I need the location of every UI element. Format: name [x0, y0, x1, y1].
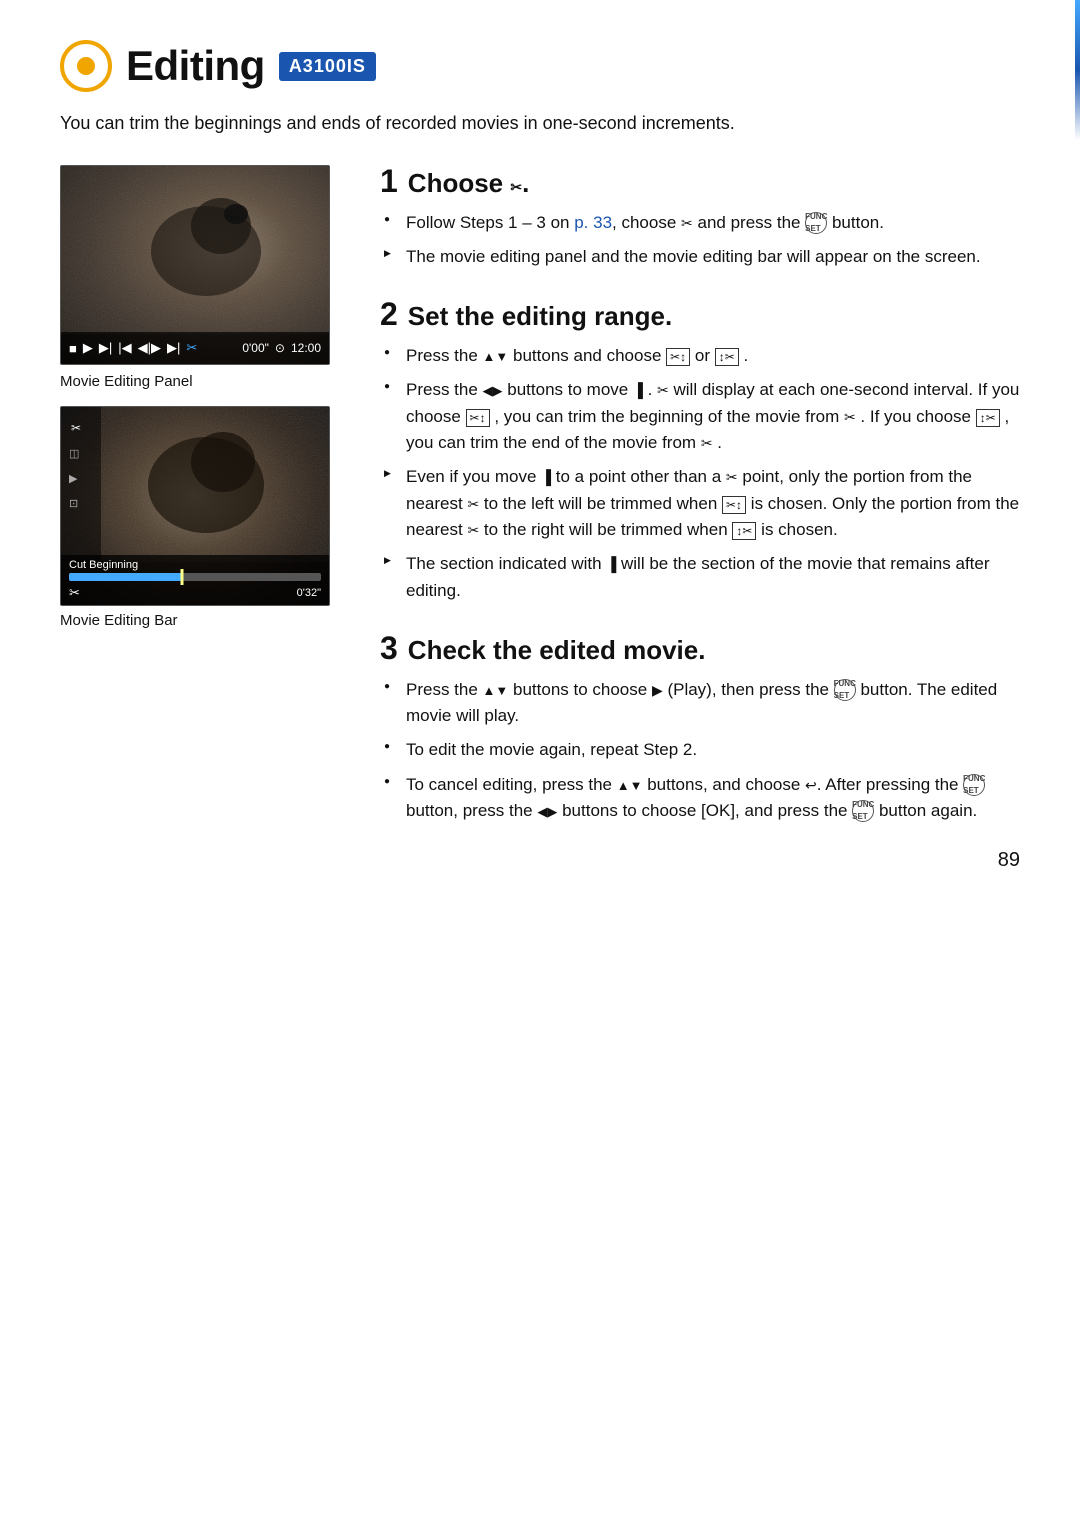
movie-editing-panel-image: ■ ▶ ▶| |◀ ◀|▶ ▶| ✂ 0'00" ⊙ 12:00 [60, 165, 330, 365]
step-2-header: 2 Set the editing range. [380, 298, 1020, 331]
play-icon: ▶ [83, 340, 93, 356]
func-set-icon-2: FUNCSET [834, 679, 856, 701]
next-icon: ▶| [167, 340, 180, 356]
step-1-bullet-1: Follow Steps 1 – 3 on p. 33, choose ✂ an… [380, 210, 1020, 236]
bottom-image-bar: Cut Beginning ✂ 0'32" [61, 555, 329, 605]
time-display: 0'00" ⊙ 12:00 [242, 341, 321, 355]
cut-time: 0'32" [297, 587, 321, 599]
top-image-controls-bar: ■ ▶ ▶| |◀ ◀|▶ ▶| ✂ 0'00" ⊙ 12:00 [61, 332, 329, 364]
section-icon [60, 40, 112, 92]
step-1-title: Choose ✂. [408, 169, 530, 198]
stop-icon: ■ [69, 341, 77, 356]
page-number: 89 [998, 849, 1020, 872]
step-2-title: Set the editing range. [408, 302, 672, 331]
step-3: 3 Check the edited movie. Press the ▲▼ b… [380, 632, 1020, 824]
step-2-number: 2 [380, 298, 398, 330]
step-2-bullet-3: Even if you move ▐ to a point other than… [380, 464, 1020, 543]
step-2-bullets: Press the ▲▼ buttons and choose ✂↕ or ↕✂… [380, 343, 1020, 604]
step-3-title: Check the edited movie. [408, 636, 706, 665]
content-columns: ■ ▶ ▶| |◀ ◀|▶ ▶| ✂ 0'00" ⊙ 12:00 Movie E… [60, 165, 1020, 852]
caption-editing-panel: Movie Editing Panel [60, 373, 350, 390]
cut-beginning-label: Cut Beginning [69, 559, 321, 571]
step-1-header: 1 Choose ✂. [380, 165, 1020, 198]
page-link[interactable]: p. 33 [574, 213, 612, 232]
step-1-number: 1 [380, 165, 398, 197]
step-3-bullet-1: Press the ▲▼ buttons to choose ▶ (Play),… [380, 677, 1020, 730]
scissors-panel-icon: ✂ [186, 340, 197, 356]
step-2: 2 Set the editing range. Press the ▲▼ bu… [380, 298, 1020, 604]
page-container: Editing A3100IS You can trim the beginni… [0, 0, 1080, 912]
step-2-bullet-1: Press the ▲▼ buttons and choose ✂↕ or ↕✂… [380, 343, 1020, 369]
step-1: 1 Choose ✂. Follow Steps 1 – 3 on p. 33,… [380, 165, 1020, 270]
timeline-marker [181, 569, 184, 585]
timeline-icons-row: ✂ 0'32" [69, 585, 321, 601]
model-badge: A3100IS [279, 52, 376, 81]
step-3-bullets: Press the ▲▼ buttons to choose ▶ (Play),… [380, 677, 1020, 825]
step-2-bullet-2: Press the ◀▶ buttons to move ▐ . ✂ will … [380, 377, 1020, 456]
scissors-bar-icon: ✂ [69, 585, 80, 601]
func-set-icon-3: FUNCSET [963, 774, 985, 796]
step-2-bullet-4: The section indicated with ▐ will be the… [380, 551, 1020, 604]
left-column: ■ ▶ ▶| |◀ ◀|▶ ▶| ✂ 0'00" ⊙ 12:00 Movie E… [60, 165, 350, 852]
page-header: Editing A3100IS [60, 40, 1020, 92]
timeline-fill [69, 573, 182, 581]
step-3-bullet-2: To edit the movie again, repeat Step 2. [380, 737, 1020, 763]
right-column: 1 Choose ✂. Follow Steps 1 – 3 on p. 33,… [380, 165, 1020, 852]
movie-editing-bar-image: ✂ ◫ ▶ ⊡ Cut Beginning [60, 406, 330, 606]
play-slow-icon: ▶| [99, 340, 112, 356]
intro-paragraph: You can trim the beginnings and ends of … [60, 110, 1020, 137]
caption-editing-bar: Movie Editing Bar [60, 612, 350, 629]
adjust-icon: ◀|▶ [138, 340, 161, 356]
time-end: 12:00 [291, 341, 321, 355]
func-set-icon-1: FUNCSET [805, 212, 827, 234]
func-set-icon-4: FUNCSET [852, 800, 874, 822]
step-1-bullets: Follow Steps 1 – 3 on p. 33, choose ✂ an… [380, 210, 1020, 271]
time-start: 0'00" [242, 341, 269, 355]
timeline-bar [69, 573, 321, 581]
prev-icon: |◀ [118, 340, 131, 356]
step-1-bullet-2: The movie editing panel and the movie ed… [380, 244, 1020, 270]
step-3-bullet-3: To cancel editing, press the ▲▼ buttons,… [380, 772, 1020, 825]
time-clock-icon: ⊙ [275, 341, 285, 355]
page-title: Editing [126, 42, 265, 90]
step-3-number: 3 [380, 632, 398, 664]
step-3-header: 3 Check the edited movie. [380, 632, 1020, 665]
icon-circle-inner [77, 57, 95, 75]
top-accent-decoration [1075, 0, 1080, 140]
